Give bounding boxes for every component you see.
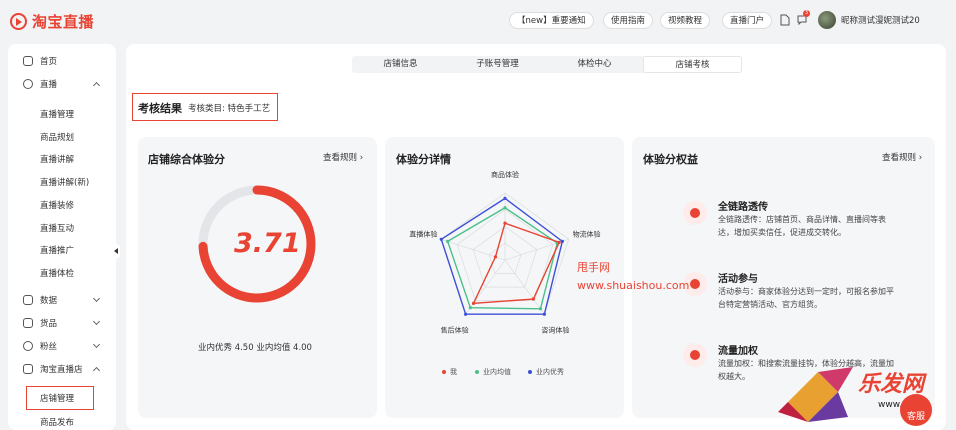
home-icon — [23, 56, 33, 66]
radar-point — [493, 255, 498, 259]
sidebar-subitem[interactable]: 直播装修 — [40, 199, 74, 211]
legend-label: 我 — [450, 368, 457, 376]
logo[interactable]: 淘宝直播 — [10, 11, 94, 32]
benefit-title: 全链路透传 — [718, 202, 768, 213]
radar-point — [503, 196, 507, 200]
radar-point — [468, 306, 472, 310]
sidebar-item-label: 数据 — [40, 296, 58, 306]
radar-category-label: 物流体验 — [573, 229, 601, 238]
sidebar-subitem[interactable]: 直播讲解(新) — [40, 176, 89, 188]
sidebar-item-label: 淘宝直播店 — [40, 365, 83, 375]
chevron-up-icon — [92, 366, 101, 375]
chart-icon — [23, 295, 33, 305]
radar-point — [542, 312, 546, 316]
notification-badge: 3 — [803, 10, 810, 17]
avatar[interactable] — [818, 11, 836, 29]
sidebar-subitem[interactable]: 直播体检 — [40, 267, 74, 279]
sidebar-subitem[interactable]: 直播讲解 — [40, 153, 74, 165]
customer-service-button[interactable]: 客服 — [900, 394, 932, 426]
radar-point — [464, 312, 468, 316]
fans-icon — [23, 341, 33, 351]
sidebar-item-goods[interactable]: 货品 — [8, 313, 116, 333]
radar-category-label: 商品体验 — [491, 170, 519, 179]
score-rules-link[interactable]: 查看规则 — [323, 151, 363, 163]
legend-dot — [442, 370, 446, 374]
tab-sub-account[interactable]: 子账号管理 — [449, 56, 546, 73]
sidebar-item-label: 首页 — [40, 57, 58, 67]
radar-point — [503, 221, 507, 225]
radar-point — [471, 301, 476, 305]
legend-dot — [475, 370, 479, 374]
collapse-sidebar-icon[interactable] — [112, 244, 120, 258]
tab-bar: 店铺信息 子账号管理 体检中心 店铺考核 — [352, 56, 742, 73]
important-notice-button[interactable]: 【new】重要通知 — [509, 12, 594, 29]
username-dropdown[interactable]: 昵称测试漫妮测试20 — [841, 14, 920, 26]
radar-point — [503, 206, 507, 210]
radar-category-label: 售后体验 — [441, 325, 469, 334]
legend-label: 业内均值 — [483, 368, 511, 376]
benefit-title: 活动参与 — [718, 274, 758, 285]
radar-point — [557, 240, 561, 245]
legend-item-average: 业内均值 — [475, 367, 511, 377]
chevron-down-icon — [92, 340, 101, 349]
tab-store-info[interactable]: 店铺信息 — [352, 56, 449, 73]
score-card-title: 店铺综合体验分 — [148, 153, 225, 166]
benefit-desc: 全链路透传：店铺首页、商品详情、直播间等表达，增加买卖信任，促进成交转化。 — [718, 215, 886, 237]
radar-point — [531, 297, 535, 301]
user-guide-button[interactable]: 使用指南 — [603, 12, 654, 29]
score-value: 3.71 — [234, 228, 301, 259]
sidebar-subitem[interactable]: 商品规划 — [40, 131, 74, 143]
sidebar-subitem[interactable]: 直播管理 — [40, 108, 74, 120]
legend-item-excellent: 业内优秀 — [528, 367, 564, 377]
sidebar: 首页 直播 直播管理 商品规划 直播讲解 直播讲解(新) 直播装修 直播互动 直… — [8, 44, 116, 430]
benefit-desc: 活动参与：商家体验分达到一定时，可报名参加平台特定营销活动、官方组货。 — [718, 287, 894, 309]
sidebar-item-label: 粉丝 — [40, 342, 58, 352]
result-title: 考核结果 — [138, 102, 182, 115]
legend-dot — [528, 370, 532, 374]
watermark-url: www.shuaishou.com — [577, 279, 690, 292]
goods-icon — [23, 318, 33, 328]
radar-point — [538, 307, 543, 311]
result-category: 考核类目: 特色手工艺 — [188, 104, 271, 114]
store-icon — [23, 364, 33, 374]
chevron-down-icon — [92, 294, 101, 303]
radar-point — [439, 237, 443, 241]
legend-item-mine: 我 — [442, 367, 457, 377]
sidebar-item-live[interactable]: 直播 — [8, 74, 116, 94]
legend-label: 业内优秀 — [536, 368, 564, 376]
sidebar-item-fans[interactable]: 粉丝 — [8, 336, 116, 356]
document-icon[interactable] — [780, 14, 790, 26]
benefit-title: 流量加权 — [718, 346, 758, 357]
active-item-highlight — [26, 386, 94, 410]
benefits-rules-link[interactable]: 查看规则 — [882, 151, 922, 163]
radar-category-label: 直播体验 — [409, 229, 437, 238]
chevron-up-icon — [92, 81, 101, 90]
top-bar: 淘宝直播 【new】重要通知 使用指南 视频教程 直播门户 3 昵称测试漫妮测试… — [0, 0, 956, 40]
video-tutorial-button[interactable]: 视频教程 — [660, 12, 711, 29]
logo-icon — [10, 13, 27, 30]
tab-check-center[interactable]: 体检中心 — [546, 56, 643, 73]
logo-text: 淘宝直播 — [32, 13, 95, 31]
score-benchmark: 业内优秀 4.50 业内均值 4.00 — [198, 343, 312, 353]
radar-point — [560, 239, 564, 243]
watermark-text: 甩手网 — [577, 261, 610, 274]
sidebar-item-home[interactable]: 首页 — [8, 51, 116, 71]
live-portal-button[interactable]: 直播门户 — [722, 12, 773, 29]
sidebar-item-label: 货品 — [40, 319, 58, 329]
sidebar-item-label: 直播 — [40, 80, 58, 90]
link-transparency-icon — [683, 201, 707, 225]
benefits-card-title: 体验分权益 — [643, 153, 698, 166]
tab-store-assessment[interactable]: 店铺考核 — [643, 56, 742, 73]
traffic-boost-icon — [683, 343, 707, 367]
sidebar-subitem[interactable]: 直播互动 — [40, 222, 74, 234]
sidebar-item-data[interactable]: 数据 — [8, 290, 116, 310]
sidebar-item-store[interactable]: 淘宝直播店 — [8, 359, 116, 379]
sidebar-subitem[interactable]: 直播推广 — [40, 244, 74, 256]
live-icon — [23, 79, 33, 89]
sidebar-subitem[interactable]: 商品发布 — [40, 416, 74, 428]
radar-category-label: 咨询体验 — [541, 325, 569, 334]
radar-point — [446, 239, 450, 243]
chevron-down-icon — [92, 317, 101, 326]
